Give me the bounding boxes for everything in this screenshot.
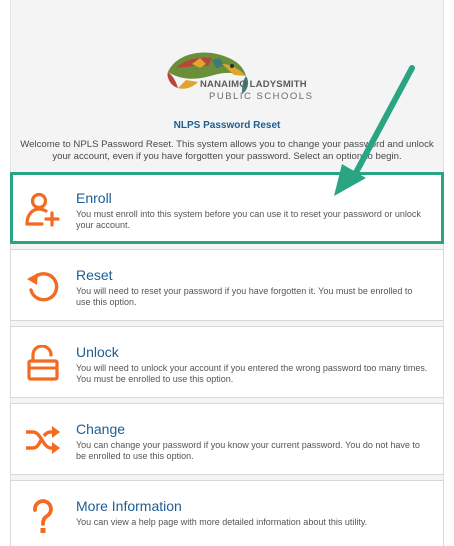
option-more-information-description: You can view a help page with more detai… <box>76 517 368 527</box>
password-reset-page: NANAIMO LADYSMITH PUBLIC SCHOOLS NLPS Pa… <box>0 0 454 546</box>
option-enroll[interactable]: Enroll You must enroll into this system … <box>10 172 444 244</box>
reset-arrow-icon <box>27 272 59 302</box>
option-reset[interactable]: Reset You will need to reset your passwo… <box>10 249 444 321</box>
shuffle-arrows-icon <box>26 426 60 454</box>
option-reset-description: You will need to reset your password if … <box>76 286 413 307</box>
options-list: Enroll You must enroll into this system … <box>10 172 444 546</box>
page-title: NLPS Password Reset <box>173 120 281 131</box>
option-unlock-label[interactable]: Unlock <box>76 344 119 360</box>
option-unlock[interactable]: Unlock You will need to unlock your acco… <box>10 326 444 398</box>
logo-title: NANAIMO LADYSMITH <box>200 79 307 90</box>
question-mark-icon <box>33 499 53 533</box>
user-add-icon <box>25 192 60 227</box>
option-enroll-description: You must enroll into this system before … <box>76 209 421 230</box>
option-change-description: You can change your password if you know… <box>76 440 420 461</box>
option-reset-label[interactable]: Reset <box>76 267 113 283</box>
option-more-information-label[interactable]: More Information <box>76 498 182 514</box>
option-change[interactable]: Change You can change your password if y… <box>10 403 444 475</box>
option-unlock-description: You will need to unlock your account if … <box>76 363 428 384</box>
option-enroll-label[interactable]: Enroll <box>76 190 112 206</box>
option-more-information[interactable]: More Information You can view a help pag… <box>10 480 444 546</box>
unlock-padlock-icon <box>27 345 59 381</box>
intro-text: Welcome to NPLS Password Reset. This sys… <box>20 139 434 162</box>
logo-subtitle: PUBLIC SCHOOLS <box>209 91 314 102</box>
option-change-label[interactable]: Change <box>76 421 125 437</box>
